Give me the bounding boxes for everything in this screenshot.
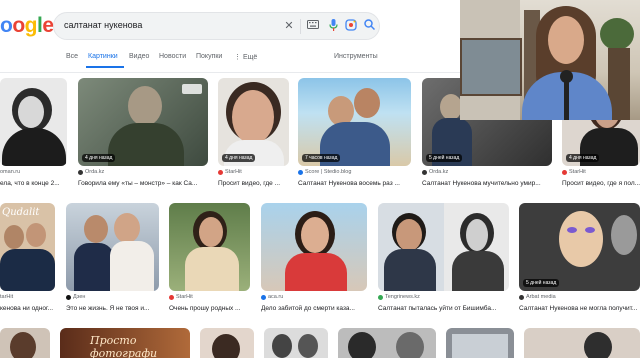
thumb-caption-text: Просто фотографи bbox=[90, 334, 158, 358]
result-thumbnail[interactable]: Просто фотографи bbox=[60, 328, 190, 358]
tab-images[interactable]: Картинки bbox=[88, 53, 118, 60]
result-thumbnail[interactable] bbox=[446, 328, 514, 358]
result-thumbnail[interactable] bbox=[338, 328, 436, 358]
thumb-overlay-text: Qudalit bbox=[2, 207, 40, 218]
image-result[interactable]: 4 дня назад StarHit Просит видео, где ..… bbox=[218, 78, 289, 193]
result-title[interactable]: Говорила ему «ты – монстр» – как Са... bbox=[78, 180, 208, 187]
search-query-text[interactable]: салтанат нукенова bbox=[64, 20, 142, 30]
clear-icon[interactable]: ✕ bbox=[282, 19, 296, 33]
result-source[interactable]: aca.ru bbox=[261, 294, 283, 300]
tab-all[interactable]: Все bbox=[66, 53, 78, 60]
image-result[interactable]: oman.ru ела, что в конце 2... bbox=[0, 78, 67, 193]
image-result[interactable] bbox=[338, 328, 436, 358]
result-thumbnail[interactable]: 4 дня назад bbox=[78, 78, 208, 166]
result-title[interactable]: Очень прошу родных ... bbox=[169, 305, 250, 312]
result-source[interactable]: tarHit bbox=[0, 294, 13, 300]
result-source[interactable]: Tengrinews.kz bbox=[378, 294, 420, 300]
time-badge: 7 часов назад bbox=[302, 154, 341, 162]
image-result[interactable]: Tengrinews.kz Салтанат пыталась уйти от … bbox=[378, 203, 509, 318]
search-divider bbox=[300, 19, 301, 34]
result-source[interactable]: StarHit bbox=[218, 169, 242, 175]
result-title[interactable]: Дело забитой до смерти каза... bbox=[261, 305, 367, 312]
webcam-overlay bbox=[460, 0, 640, 120]
time-badge: 4 дня назад bbox=[566, 154, 600, 162]
image-result[interactable]: Qudalit tarHit кенова ни одног... bbox=[0, 203, 55, 318]
image-result[interactable]: aca.ru Дело забитой до смерти каза... bbox=[261, 203, 367, 318]
keyboard-icon[interactable] bbox=[306, 19, 320, 33]
result-thumbnail[interactable] bbox=[0, 78, 67, 166]
search-icon[interactable] bbox=[362, 19, 376, 33]
tab-shopping[interactable]: Покупки bbox=[196, 53, 222, 60]
result-thumbnail[interactable] bbox=[524, 328, 640, 358]
image-result[interactable]: 4 дня назад Orda.kz Говорила ему «ты – м… bbox=[78, 78, 208, 193]
result-thumbnail[interactable]: Qudalit bbox=[0, 203, 55, 291]
plant bbox=[600, 18, 634, 50]
time-badge: 4 дня назад bbox=[222, 154, 256, 162]
result-source[interactable]: Orda.kz bbox=[78, 169, 104, 175]
image-result[interactable] bbox=[0, 328, 50, 358]
image-result[interactable]: 7 часов назад Score | Stedio.blog Салтан… bbox=[298, 78, 411, 193]
tab-videos[interactable]: Видео bbox=[129, 53, 149, 60]
time-badge: 5 дней назад bbox=[426, 154, 463, 162]
active-tab-indicator bbox=[86, 66, 124, 68]
image-result[interactable]: Просто фотографи bbox=[60, 328, 190, 358]
image-result[interactable] bbox=[264, 328, 328, 358]
result-thumbnail[interactable] bbox=[200, 328, 254, 358]
result-title[interactable]: Салтанат Нукенова не могла получит... bbox=[519, 305, 640, 312]
tab-news[interactable]: Новости bbox=[159, 53, 186, 60]
person-face bbox=[548, 16, 584, 64]
microphone-icon[interactable] bbox=[326, 19, 340, 33]
result-title[interactable]: Это не жизнь. Я не твоя и... bbox=[66, 305, 159, 312]
time-badge: 5 дней назад bbox=[523, 279, 560, 287]
result-source[interactable]: Arbat media bbox=[519, 294, 556, 300]
result-title[interactable]: Салтанат пыталась уйти от Бишимба... bbox=[378, 305, 509, 312]
result-thumbnail[interactable] bbox=[169, 203, 250, 291]
result-thumbnail[interactable] bbox=[261, 203, 367, 291]
image-result[interactable]: StarHit Очень прошу родных ... bbox=[169, 203, 250, 318]
window-frame bbox=[460, 38, 522, 96]
image-result[interactable] bbox=[200, 328, 254, 358]
result-source[interactable]: StarHit bbox=[562, 169, 586, 175]
result-title[interactable]: Просит видео, где ... bbox=[218, 180, 289, 187]
result-source[interactable]: StarHit bbox=[169, 294, 193, 300]
google-logo[interactable]: oogle ogle bbox=[0, 14, 54, 38]
result-thumbnail[interactable]: 5 дней назад bbox=[519, 203, 640, 291]
result-thumbnail[interactable] bbox=[378, 203, 509, 291]
result-source[interactable]: oman.ru bbox=[0, 169, 20, 175]
result-thumbnail[interactable] bbox=[264, 328, 328, 358]
result-thumbnail[interactable] bbox=[66, 203, 159, 291]
result-title[interactable]: Салтанат Нукенова восемь раз ... bbox=[298, 180, 411, 187]
result-source[interactable]: Score | Stedio.blog bbox=[298, 169, 351, 175]
result-source[interactable]: Orda.kz bbox=[422, 169, 448, 175]
result-title[interactable]: Просит видео, где я пол... bbox=[562, 180, 640, 187]
time-badge: 4 дня назад bbox=[82, 154, 116, 162]
result-title[interactable]: кенова ни одног... bbox=[0, 305, 55, 312]
orda-logo-icon bbox=[182, 84, 202, 94]
result-title[interactable]: Салтанат Нукенова мучительно умир... bbox=[422, 180, 552, 187]
image-result[interactable] bbox=[524, 328, 640, 358]
result-thumbnail[interactable]: 4 дня назад bbox=[218, 78, 289, 166]
search-input[interactable]: салтанат нукенова ✕ bbox=[53, 12, 380, 40]
image-result[interactable] bbox=[446, 328, 514, 358]
result-thumbnail[interactable]: 7 часов назад bbox=[298, 78, 411, 166]
tab-tools[interactable]: Инструменты bbox=[334, 53, 378, 60]
tabs-divider bbox=[0, 72, 460, 73]
image-result[interactable]: Дзен Это не жизнь. Я не твоя и... bbox=[66, 203, 159, 318]
result-title[interactable]: ела, что в конце 2... bbox=[0, 180, 67, 187]
result-thumbnail[interactable] bbox=[0, 328, 50, 358]
tab-more[interactable]: ⋮ Ещё bbox=[234, 53, 257, 61]
result-source[interactable]: Дзен bbox=[66, 294, 85, 300]
lens-icon[interactable] bbox=[344, 19, 358, 33]
image-result[interactable]: 5 дней назад Arbat media Салтанат Нукено… bbox=[519, 203, 640, 318]
